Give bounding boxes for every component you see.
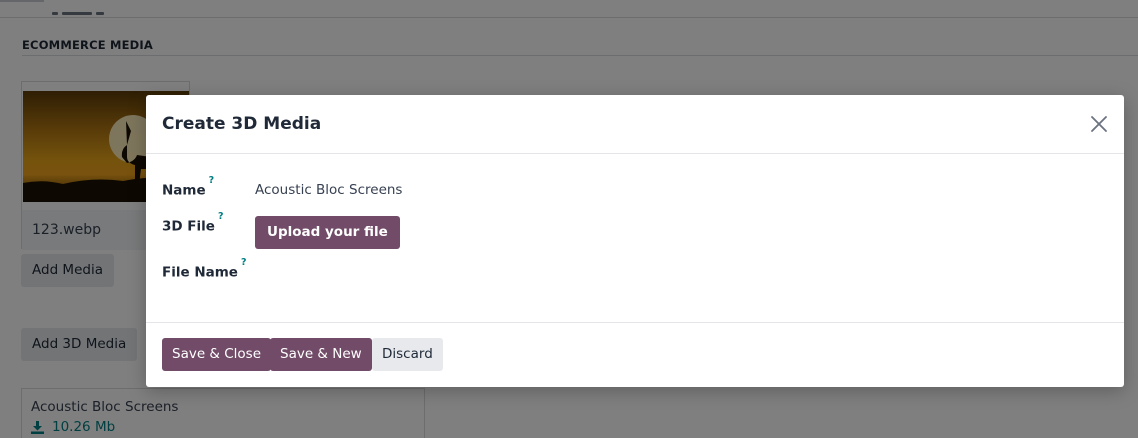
name-help-icon[interactable]: ? <box>209 175 215 186</box>
dialog-footer: Save & Close Save & New Discard <box>146 322 1124 387</box>
3d-file-label-text: 3D File <box>162 218 215 235</box>
close-icon[interactable] <box>1088 113 1110 135</box>
file-name-help-icon[interactable]: ? <box>241 257 247 268</box>
create-3d-media-dialog: Create 3D Media Name? Acoustic Bloc Scre… <box>146 95 1124 387</box>
dialog-header: Create 3D Media <box>146 95 1124 154</box>
3d-file-help-icon[interactable]: ? <box>218 211 224 222</box>
file-name-field-label: File Name? <box>162 257 246 281</box>
discard-button[interactable]: Discard <box>372 338 443 371</box>
dialog-title: Create 3D Media <box>162 114 322 134</box>
save-new-button[interactable]: Save & New <box>270 338 372 371</box>
name-field-label: Name? <box>162 175 214 199</box>
save-close-button[interactable]: Save & Close <box>162 338 272 371</box>
file-name-label-text: File Name <box>162 264 238 281</box>
name-label-text: Name <box>162 182 206 199</box>
name-field-value[interactable]: Acoustic Bloc Screens <box>255 182 402 198</box>
upload-file-button[interactable]: Upload your file <box>255 216 400 249</box>
3d-file-field-label: 3D File? <box>162 211 223 235</box>
